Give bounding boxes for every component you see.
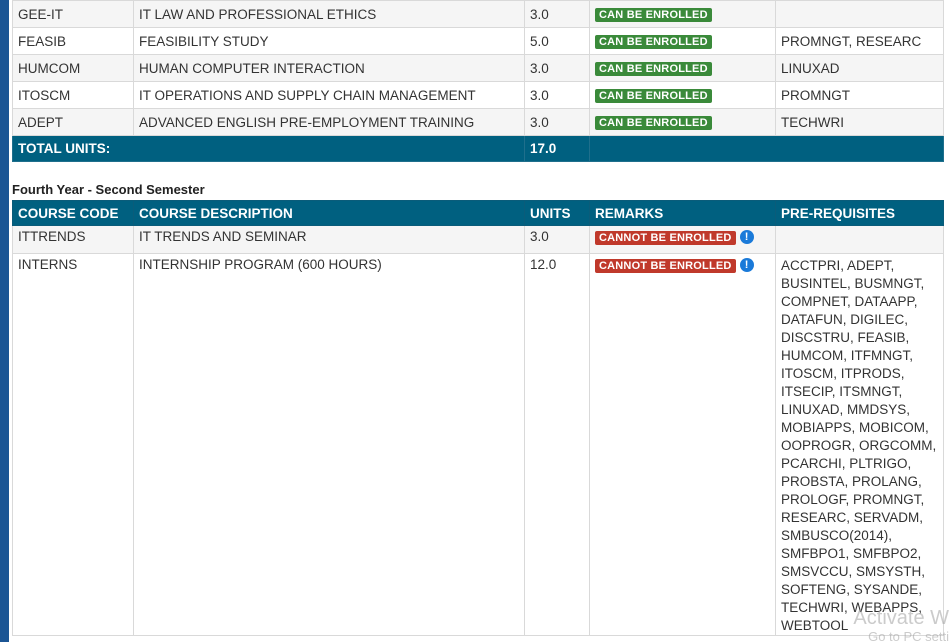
status-badge: CAN BE ENROLLED <box>595 8 712 22</box>
remarks-cell: CAN BE ENROLLED <box>589 108 776 136</box>
course-description: HUMAN COMPUTER INTERACTION <box>133 54 525 82</box>
course-description: IT LAW AND PROFESSIONAL ETHICS <box>133 0 525 28</box>
left-accent-bar <box>0 0 9 642</box>
upper-semester-table: GEE-IT IT LAW AND PROFESSIONAL ETHICS 3.… <box>12 0 944 162</box>
remarks-cell: CANNOT BE ENROLLED! <box>589 225 776 254</box>
status-badge: CAN BE ENROLLED <box>595 35 712 49</box>
course-description: ADVANCED ENGLISH PRE-EMPLOYMENT TRAINING <box>133 108 525 136</box>
course-code: INTERNS <box>12 253 134 636</box>
total-units-row: TOTAL UNITS: 17.0 <box>12 135 944 162</box>
header-remarks: REMARKS <box>589 200 776 226</box>
remarks-cell: CAN BE ENROLLED <box>589 27 776 55</box>
course-code: HUMCOM <box>12 54 134 82</box>
header-course-description: COURSE DESCRIPTION <box>133 200 525 226</box>
status-badge: CANNOT BE ENROLLED <box>595 231 736 245</box>
table-row: ITTRENDS IT TRENDS AND SEMINAR 3.0 CANNO… <box>12 225 944 254</box>
total-units-filler <box>589 135 944 162</box>
course-code: ADEPT <box>12 108 134 136</box>
course-units: 3.0 <box>524 225 590 254</box>
remarks-cell: CANNOT BE ENROLLED! <box>589 253 776 636</box>
course-units: 5.0 <box>524 27 590 55</box>
status-badge: CANNOT BE ENROLLED <box>595 259 736 273</box>
header-prerequisites: PRE-REQUISITES <box>775 200 944 226</box>
remarks-cell: CAN BE ENROLLED <box>589 81 776 109</box>
prerequisites <box>775 225 944 254</box>
prerequisites: PROMNGT <box>775 81 944 109</box>
info-icon[interactable]: ! <box>739 230 754 245</box>
course-code: ITTRENDS <box>12 225 134 254</box>
total-units-label: TOTAL UNITS: <box>12 135 525 162</box>
status-badge: CAN BE ENROLLED <box>595 62 712 76</box>
total-units-value: 17.0 <box>524 135 590 162</box>
course-code: ITOSCM <box>12 81 134 109</box>
prerequisites: LINUXAD <box>775 54 944 82</box>
table-row: HUMCOM HUMAN COMPUTER INTERACTION 3.0 CA… <box>12 54 944 82</box>
course-code: FEASIB <box>12 27 134 55</box>
activation-watermark: Activate W <box>853 607 949 629</box>
status-badge: CAN BE ENROLLED <box>595 89 712 103</box>
table-row: INTERNS INTERNSHIP PROGRAM (600 HOURS) 1… <box>12 253 944 636</box>
prerequisites: ACCTPRI, ADEPT, BUSINTEL, BUSMNGT, COMPN… <box>775 253 944 636</box>
header-units: UNITS <box>524 200 590 226</box>
prerequisites: TECHWRI <box>775 108 944 136</box>
header-course-code: COURSE CODE <box>12 200 134 226</box>
course-description: IT OPERATIONS AND SUPPLY CHAIN MANAGEMEN… <box>133 81 525 109</box>
lower-semester-table: COURSE CODE COURSE DESCRIPTION UNITS REM… <box>12 200 944 636</box>
table-row: GEE-IT IT LAW AND PROFESSIONAL ETHICS 3.… <box>12 0 944 28</box>
course-description: IT TRENDS AND SEMINAR <box>133 225 525 254</box>
table-row: FEASIB FEASIBILITY STUDY 5.0 CAN BE ENRO… <box>12 27 944 55</box>
course-description: INTERNSHIP PROGRAM (600 HOURS) <box>133 253 525 636</box>
course-units: 12.0 <box>524 253 590 636</box>
course-units: 3.0 <box>524 108 590 136</box>
course-description: FEASIBILITY STUDY <box>133 27 525 55</box>
table-header-row: COURSE CODE COURSE DESCRIPTION UNITS REM… <box>12 200 944 226</box>
course-code: GEE-IT <box>12 0 134 28</box>
prerequisites: PROMNGT, RESEARC <box>775 27 944 55</box>
prerequisites <box>775 0 944 28</box>
course-units: 3.0 <box>524 54 590 82</box>
course-units: 3.0 <box>524 0 590 28</box>
remarks-cell: CAN BE ENROLLED <box>589 0 776 28</box>
remarks-cell: CAN BE ENROLLED <box>589 54 776 82</box>
info-icon[interactable]: ! <box>739 258 754 273</box>
grades-content: GEE-IT IT LAW AND PROFESSIONAL ETHICS 3.… <box>12 0 944 636</box>
table-row: ADEPT ADVANCED ENGLISH PRE-EMPLOYMENT TR… <box>12 108 944 136</box>
course-units: 3.0 <box>524 81 590 109</box>
status-badge: CAN BE ENROLLED <box>595 116 712 130</box>
semester-title: Fourth Year - Second Semester <box>12 182 205 197</box>
table-row: ITOSCM IT OPERATIONS AND SUPPLY CHAIN MA… <box>12 81 944 109</box>
